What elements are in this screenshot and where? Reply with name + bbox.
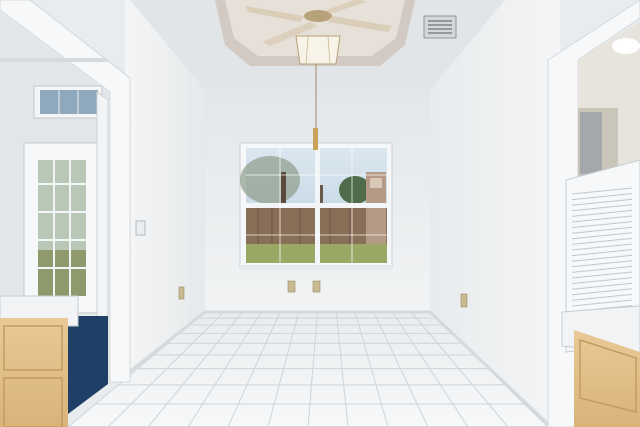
back-window (239, 142, 393, 270)
wall-outlet (312, 280, 321, 293)
left-kitchen-cabinet (0, 295, 79, 427)
light-switch (135, 220, 146, 236)
air-vent-icon (423, 15, 457, 39)
exterior-glass-door (23, 142, 101, 314)
wall-outlet (460, 293, 468, 308)
wall-outlet (287, 280, 296, 293)
dining-nook-photo (0, 0, 640, 427)
room-scene (0, 0, 640, 427)
recessed-light-icon (612, 38, 640, 54)
wall-outlet (178, 286, 185, 300)
